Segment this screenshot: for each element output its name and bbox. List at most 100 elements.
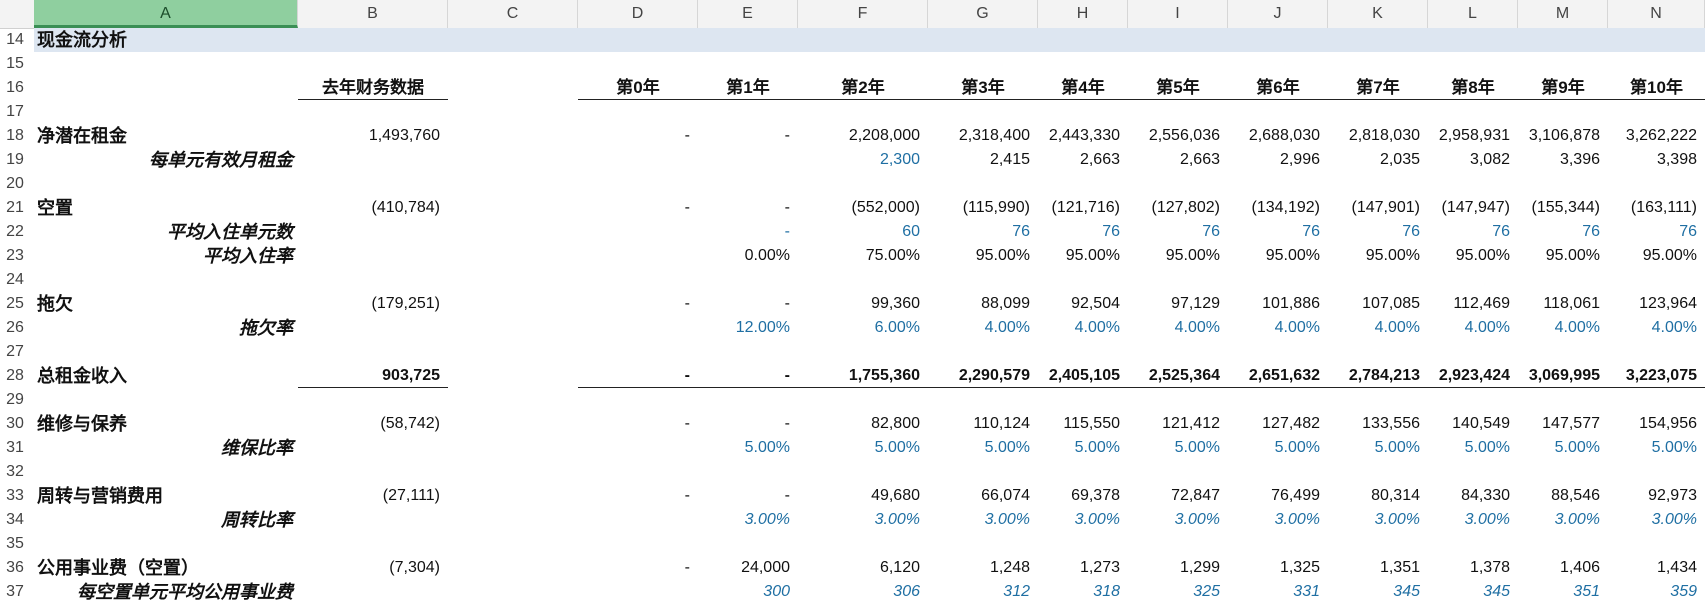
year-value-cell[interactable]: 300 — [698, 580, 790, 604]
year-value-cell[interactable]: 2,784,213 — [1328, 364, 1420, 388]
year-value-cell[interactable]: 1,434 — [1608, 556, 1697, 580]
year-value-cell[interactable]: 2,556,036 — [1128, 124, 1220, 148]
year-value-cell[interactable]: - — [578, 484, 690, 508]
year-value-cell[interactable]: 2,688,030 — [1228, 124, 1320, 148]
year-value-cell[interactable]: 3,069,995 — [1518, 364, 1600, 388]
year-value-cell[interactable]: 2,663 — [1038, 148, 1120, 172]
year-value-cell[interactable]: 2,318,400 — [928, 124, 1030, 148]
year-value-cell[interactable]: 4.00% — [1518, 316, 1600, 340]
year-value-cell[interactable]: 5.00% — [1518, 436, 1600, 460]
year-value-cell[interactable]: 123,964 — [1608, 292, 1697, 316]
row-number[interactable]: 27 — [0, 340, 30, 364]
year-value-cell[interactable]: 5.00% — [1428, 436, 1510, 460]
year-header[interactable]: 第10年 — [1608, 76, 1705, 100]
row-number[interactable]: 37 — [0, 580, 30, 604]
year-value-cell[interactable]: 133,556 — [1328, 412, 1420, 436]
year-value-cell[interactable]: 2,958,931 — [1428, 124, 1510, 148]
year-value-cell[interactable]: 2,818,030 — [1328, 124, 1420, 148]
year-value-cell[interactable]: - — [698, 412, 790, 436]
column-header-l[interactable]: L — [1428, 0, 1518, 28]
year-value-cell[interactable]: 5.00% — [928, 436, 1030, 460]
year-value-cell[interactable]: 95.00% — [1608, 244, 1697, 268]
row-label[interactable]: 总租金收入 — [37, 364, 127, 388]
year-value-cell[interactable]: (121,716) — [1038, 196, 1121, 220]
year-value-cell[interactable]: 331 — [1228, 580, 1320, 604]
column-header-g[interactable]: G — [928, 0, 1038, 28]
year-value-cell[interactable]: 97,129 — [1128, 292, 1220, 316]
year-value-cell[interactable]: 3.00% — [1228, 508, 1320, 532]
year-value-cell[interactable]: 1,351 — [1328, 556, 1420, 580]
year-value-cell[interactable]: 3.00% — [698, 508, 790, 532]
year-value-cell[interactable]: 2,525,364 — [1128, 364, 1220, 388]
year-value-cell[interactable]: 95.00% — [1518, 244, 1600, 268]
year-value-cell[interactable]: 80,314 — [1328, 484, 1420, 508]
year-value-cell[interactable]: 4.00% — [1128, 316, 1220, 340]
prior-year-value[interactable]: 1,493,760 — [298, 124, 440, 148]
year-value-cell[interactable]: 76 — [1328, 220, 1420, 244]
year-value-cell[interactable]: 1,406 — [1518, 556, 1600, 580]
year-value-cell[interactable]: 4.00% — [928, 316, 1030, 340]
year-value-cell[interactable]: (134,192) — [1228, 196, 1321, 220]
year-value-cell[interactable]: 2,663 — [1128, 148, 1220, 172]
year-value-cell[interactable]: 2,208,000 — [798, 124, 920, 148]
row-label[interactable]: 拖欠 — [37, 292, 73, 316]
year-value-cell[interactable]: - — [698, 292, 790, 316]
year-value-cell[interactable]: 84,330 — [1428, 484, 1510, 508]
year-value-cell[interactable]: 112,469 — [1428, 292, 1510, 316]
year-header[interactable]: 第2年 — [798, 76, 928, 100]
year-value-cell[interactable]: 345 — [1428, 580, 1510, 604]
column-header-d[interactable]: D — [578, 0, 698, 28]
year-value-cell[interactable]: 2,443,330 — [1038, 124, 1120, 148]
year-value-cell[interactable]: 3.00% — [798, 508, 920, 532]
year-value-cell[interactable]: 5.00% — [1608, 436, 1697, 460]
year-value-cell[interactable]: 2,290,579 — [928, 364, 1030, 388]
year-value-cell[interactable]: - — [578, 364, 690, 388]
year-value-cell[interactable]: 82,800 — [798, 412, 920, 436]
year-value-cell[interactable]: 1,299 — [1128, 556, 1220, 580]
year-value-cell[interactable]: 3,082 — [1428, 148, 1510, 172]
column-header-c[interactable]: C — [448, 0, 578, 28]
year-value-cell[interactable]: 3.00% — [1038, 508, 1120, 532]
prior-year-header[interactable]: 去年财务数据 — [298, 76, 448, 100]
row-label[interactable]: 净潜在租金 — [37, 124, 127, 148]
year-value-cell[interactable]: 3.00% — [1518, 508, 1600, 532]
year-value-cell[interactable]: (127,802) — [1128, 196, 1221, 220]
year-value-cell[interactable]: 2,996 — [1228, 148, 1320, 172]
column-header-f[interactable]: F — [798, 0, 928, 28]
year-value-cell[interactable]: 95.00% — [1228, 244, 1320, 268]
year-value-cell[interactable]: 107,085 — [1328, 292, 1420, 316]
year-value-cell[interactable]: 88,099 — [928, 292, 1030, 316]
prior-year-value[interactable]: (7,304) — [298, 556, 440, 580]
row-number[interactable]: 28 — [0, 364, 30, 388]
year-header[interactable]: 第8年 — [1428, 76, 1518, 100]
year-value-cell[interactable]: 88,546 — [1518, 484, 1600, 508]
row-label[interactable]: 空置 — [37, 196, 73, 220]
year-value-cell[interactable]: 99,360 — [798, 292, 920, 316]
year-value-cell[interactable]: 75.00% — [798, 244, 920, 268]
year-value-cell[interactable]: 76 — [1608, 220, 1697, 244]
year-header[interactable]: 第9年 — [1518, 76, 1608, 100]
year-value-cell[interactable]: 1,248 — [928, 556, 1030, 580]
year-value-cell[interactable]: 2,415 — [928, 148, 1030, 172]
year-value-cell[interactable]: 2,300 — [798, 148, 920, 172]
row-number[interactable]: 26 — [0, 316, 30, 340]
year-value-cell[interactable]: 4.00% — [1328, 316, 1420, 340]
year-value-cell[interactable]: 5.00% — [1228, 436, 1320, 460]
year-header[interactable]: 第1年 — [698, 76, 798, 100]
year-value-cell[interactable]: - — [578, 124, 690, 148]
prior-year-value[interactable]: (410,784) — [298, 196, 441, 220]
year-value-cell[interactable]: 95.00% — [1428, 244, 1510, 268]
year-header[interactable]: 第0年 — [578, 76, 698, 100]
year-value-cell[interactable]: 5.00% — [798, 436, 920, 460]
year-value-cell[interactable]: 118,061 — [1518, 292, 1600, 316]
year-value-cell[interactable]: 76 — [928, 220, 1030, 244]
year-value-cell[interactable]: 6,120 — [798, 556, 920, 580]
column-header-i[interactable]: I — [1128, 0, 1228, 28]
year-value-cell[interactable]: 3.00% — [1328, 508, 1420, 532]
year-value-cell[interactable]: 12.00% — [698, 316, 790, 340]
year-value-cell[interactable]: 4.00% — [1038, 316, 1120, 340]
year-value-cell[interactable]: 72,847 — [1128, 484, 1220, 508]
row-number[interactable]: 22 — [0, 220, 30, 244]
year-header[interactable]: 第5年 — [1128, 76, 1228, 100]
year-value-cell[interactable]: - — [698, 220, 790, 244]
